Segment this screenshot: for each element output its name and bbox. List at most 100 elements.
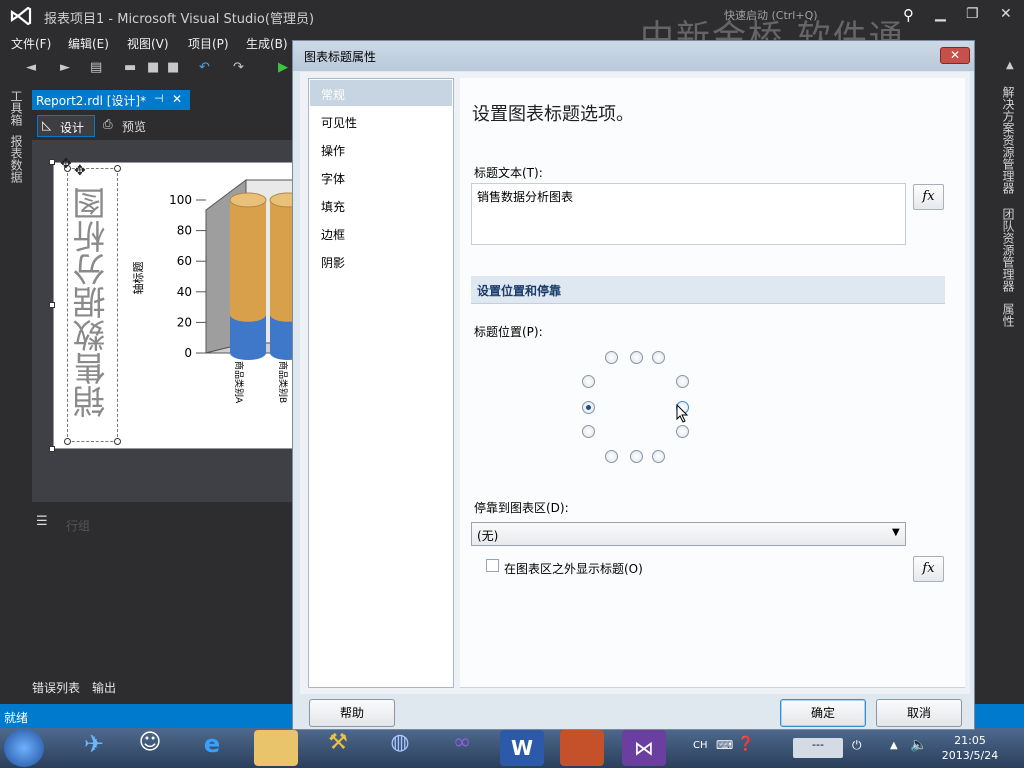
menu-edit[interactable]: 编辑(E) (68, 35, 109, 52)
resize-handle[interactable] (49, 302, 55, 308)
position-radio-bottom-center[interactable] (630, 450, 643, 463)
help-icon[interactable]: ❓ (737, 736, 754, 752)
back-icon[interactable]: ◄ (26, 60, 36, 75)
tab-design[interactable]: ◺ 设计 (37, 115, 95, 137)
tab-output[interactable]: 输出 (92, 679, 116, 696)
app-tools-icon[interactable]: ⚒ (316, 730, 360, 766)
nav-action[interactable]: 操作 (310, 136, 452, 162)
title-expression-button[interactable]: fx (913, 184, 944, 210)
resize-handle[interactable] (49, 446, 55, 452)
nav-visibility[interactable]: 可见性 (310, 108, 452, 134)
outside-expression-button[interactable]: fx (913, 556, 944, 582)
preview-icon: ⎙ (103, 117, 113, 131)
position-radio-left-middle[interactable] (582, 401, 595, 414)
report-data-tab[interactable]: 报表数据 (8, 135, 25, 183)
resize-handle[interactable] (49, 159, 55, 165)
document-tab[interactable]: Report2.rdl [设计]* (32, 90, 190, 110)
chart-plot[interactable]: 100 80 60 40 20 0 轴标题商品类别A 商品类别B (120, 175, 294, 415)
resize-handle[interactable] (114, 165, 121, 172)
nav-shadow[interactable]: 阴影 (310, 248, 452, 274)
tab-design-label: 设计 (60, 121, 85, 135)
nav-general[interactable]: 常规 (310, 80, 452, 106)
app-globe-icon[interactable]: ◍ (378, 730, 422, 766)
outside-title-checkbox[interactable] (486, 559, 499, 572)
forward-icon[interactable]: ► (60, 60, 70, 75)
menu-project[interactable]: 项目(P) (188, 35, 229, 52)
title-text-input[interactable]: 销售数据分析图表 (471, 183, 906, 245)
app-word-icon[interactable]: W (500, 730, 544, 766)
save-all-icon[interactable]: ■ (167, 60, 179, 75)
position-radio-right-bottom[interactable] (676, 425, 689, 438)
app-powerpoint-icon[interactable] (560, 730, 604, 766)
y-tick-label: 80 (177, 224, 192, 238)
position-radio-top-right[interactable] (652, 351, 665, 364)
start-icon[interactable]: ▶ (278, 60, 288, 75)
position-radio-top-center[interactable] (630, 351, 643, 364)
language-indicator[interactable]: CH (693, 740, 708, 751)
app-bird-icon[interactable]: ✈ (72, 730, 116, 766)
app-explorer-icon[interactable] (254, 730, 298, 766)
chevron-down-icon[interactable]: ▼ (892, 527, 900, 538)
chart-title[interactable]: 销售数据分析图 (70, 178, 114, 428)
solution-explorer-tab[interactable]: 解决方案资源管理器 (1000, 86, 1017, 194)
scroll-up-icon[interactable]: ▲ (1006, 60, 1014, 71)
position-radio-top-left[interactable] (605, 351, 618, 364)
y-tick-label: 40 (177, 285, 192, 299)
position-radio-left-bottom[interactable] (582, 425, 595, 438)
app-qq-icon[interactable]: ☺ (128, 730, 172, 766)
close-icon[interactable]: ✕ (940, 47, 970, 64)
bar-segment (230, 200, 266, 315)
clock-time: 21:05 (954, 734, 986, 747)
nav-border[interactable]: 边框 (310, 220, 452, 246)
move-handle-icon[interactable]: ✥ (74, 163, 86, 179)
help-button[interactable]: 帮助 (309, 699, 395, 727)
tray-field[interactable]: --- (793, 738, 843, 758)
bar-segment-base (230, 307, 266, 322)
volume-icon[interactable]: 🔈 (910, 737, 927, 753)
position-radio-left-top[interactable] (582, 375, 595, 388)
power-icon[interactable]: ⏻ (852, 738, 862, 753)
position-radio-right-top[interactable] (676, 375, 689, 388)
save-icon[interactable]: ■ (147, 60, 159, 75)
open-icon[interactable]: ▬ (124, 60, 136, 75)
clock-date: 2013/5/24 (941, 749, 999, 762)
tab-preview[interactable]: ⎙ 预览 (100, 115, 160, 137)
properties-tab[interactable]: 属性 (1000, 303, 1017, 327)
nav-fill[interactable]: 填充 (310, 192, 452, 218)
menu-file[interactable]: 文件(F) (11, 35, 51, 52)
ok-button[interactable]: 确定 (780, 699, 866, 727)
app-visual-studio-icon[interactable]: ⋈ (622, 730, 666, 766)
move-handle-icon[interactable]: ✥ (60, 156, 72, 172)
tab-error-list[interactable]: 错误列表 (32, 679, 80, 696)
app-ie-icon[interactable]: e (190, 730, 234, 766)
start-button[interactable] (4, 729, 44, 767)
position-radio-bottom-right[interactable] (652, 450, 665, 463)
close-window-icon[interactable]: ✕ (1000, 6, 1012, 22)
close-tab-icon[interactable]: ✕ (172, 92, 182, 106)
keyboard-icon[interactable]: ⌨ (716, 738, 733, 752)
minimize-icon[interactable]: ▁ (935, 6, 946, 22)
team-explorer-tab[interactable]: 团队资源管理器 (1000, 208, 1017, 292)
cancel-button[interactable]: 取消 (876, 699, 962, 727)
nav-font[interactable]: 字体 (310, 164, 452, 190)
toolbox-tab[interactable]: 工具箱 (8, 90, 25, 126)
position-radio-bottom-left[interactable] (605, 450, 618, 463)
app-loop-icon[interactable]: ∞ (440, 730, 484, 766)
tray-expand-icon[interactable]: ▲ (890, 740, 898, 751)
maximize-icon[interactable]: ❐ (966, 6, 979, 22)
dock-dropdown[interactable]: (无) (471, 522, 906, 546)
clock[interactable]: 21:05 2013/5/24 (938, 733, 1002, 763)
undo-icon[interactable]: ↶ (199, 60, 210, 75)
menu-view[interactable]: 视图(V) (127, 35, 169, 52)
mouse-cursor-icon (676, 404, 689, 423)
pin-icon[interactable]: ⊣ (154, 92, 164, 105)
menu-build[interactable]: 生成(B) (246, 35, 288, 52)
new-project-icon[interactable]: ▤ (90, 60, 102, 75)
redo-icon[interactable]: ↷ (233, 60, 244, 75)
resize-handle[interactable] (114, 438, 121, 445)
resize-handle[interactable] (64, 438, 71, 445)
search-icon[interactable]: ⚲ (903, 6, 914, 24)
grouping-menu-icon[interactable]: ☰ (36, 514, 48, 529)
bar-segment (270, 200, 294, 315)
title-text-label: 标题文本(T): (474, 166, 543, 180)
